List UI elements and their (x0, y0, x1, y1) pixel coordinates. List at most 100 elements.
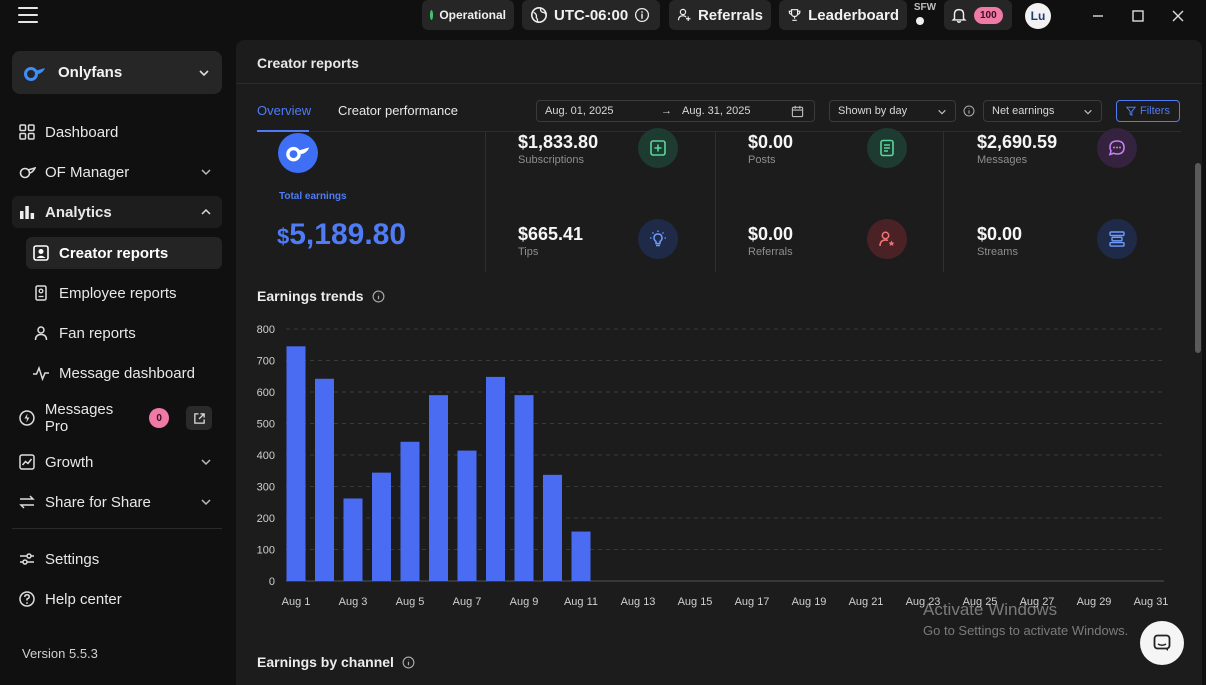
x-tick-label: Aug 17 (735, 596, 770, 608)
menu-icon[interactable] (18, 7, 38, 23)
sidebar-item-label: OF Manager (45, 163, 130, 181)
tab-overview[interactable]: Overview (257, 103, 311, 118)
page-title: Creator reports (257, 55, 359, 71)
metric-select[interactable]: Net earnings (983, 100, 1102, 122)
y-tick-label: 400 (257, 450, 275, 462)
user-icon (34, 326, 48, 341)
sidebar-item-growth[interactable]: Growth (12, 446, 222, 478)
shown-by-select[interactable]: Shown by day (829, 100, 956, 122)
activation-watermark-text: Go to Settings to activate Windows. (923, 623, 1129, 638)
x-tick-label: Aug 19 (792, 596, 827, 608)
bar (486, 376, 505, 581)
sidebar-item-analytics[interactable]: Analytics (12, 196, 222, 228)
minimize-icon[interactable] (1090, 8, 1106, 24)
bar (514, 395, 534, 581)
status-label: Operational (439, 8, 506, 22)
workspace-name: Onlyfans (58, 64, 123, 81)
tips-label: Tips (518, 246, 539, 258)
sidebar-item-share-for-share[interactable]: Share for Share (12, 486, 222, 518)
bar (571, 531, 591, 581)
sidebar-item-label: Settings (45, 550, 100, 568)
sfw-label: SFW (913, 2, 937, 13)
onlyfans-icon (19, 166, 36, 179)
id-card-icon (33, 245, 49, 261)
tab-creator-performance[interactable]: Creator performance (338, 103, 458, 118)
stats-divider (485, 132, 486, 272)
timezone-button[interactable]: UTC-06:00 (522, 0, 660, 30)
info-icon (635, 7, 650, 23)
chart-box-icon (19, 454, 35, 470)
badge-icon (35, 285, 47, 301)
sidebar-item-label: Help center (45, 590, 122, 608)
sidebar-item-fan-reports[interactable]: Fan reports (26, 317, 222, 349)
sidebar-item-of-manager[interactable]: OF Manager (12, 156, 222, 188)
bar (343, 498, 363, 581)
app-version: Version 5.5.3 (22, 646, 98, 661)
support-chat-button[interactable] (1140, 621, 1184, 665)
maximize-icon[interactable] (1130, 8, 1146, 24)
notifications-button[interactable]: 100 (944, 0, 1012, 30)
activity-icon (33, 365, 49, 382)
stats-divider (715, 132, 716, 272)
chat-bubble-icon (1097, 128, 1137, 168)
external-link-button[interactable] (186, 406, 212, 430)
status-dot-icon (430, 10, 434, 20)
sidebar-item-employee-reports[interactable]: Employee reports (26, 277, 222, 309)
sidebar-item-messages-pro[interactable]: Messages Pro 0 (12, 401, 222, 435)
scrollbar-thumb[interactable] (1195, 163, 1201, 353)
x-tick-label: Aug 31 (1134, 596, 1169, 608)
sidebar-item-settings[interactable]: Settings (12, 543, 222, 575)
help-icon (19, 591, 35, 607)
close-icon[interactable] (1170, 8, 1186, 24)
workspace-selector[interactable]: Onlyfans (12, 51, 222, 94)
status-indicator[interactable]: Operational (422, 0, 514, 30)
sidebar: Onlyfans Dashboard OF Manager Analytics … (0, 40, 234, 685)
earnings-trends-heading: Earnings trends (257, 288, 385, 304)
referrals-button[interactable]: Referrals (669, 0, 771, 30)
chevron-down-icon (938, 109, 946, 115)
x-tick-label: Aug 3 (339, 596, 368, 608)
grid-icon (19, 124, 35, 140)
bar (315, 378, 334, 581)
sidebar-item-dashboard[interactable]: Dashboard (12, 116, 222, 148)
sidebar-item-help-center[interactable]: Help center (12, 583, 222, 615)
bar (429, 395, 448, 581)
sidebar-item-creator-reports[interactable]: Creator reports (26, 237, 222, 269)
y-tick-label: 500 (257, 419, 275, 431)
info-icon[interactable] (372, 290, 385, 303)
sidebar-item-message-dashboard[interactable]: Message dashboard (26, 357, 222, 389)
streams-label: Streams (977, 246, 1018, 258)
chevron-down-icon (201, 459, 211, 466)
x-tick-label: Aug 13 (621, 596, 656, 608)
filters-button[interactable]: Filters (1116, 100, 1180, 122)
date-to: Aug. 31, 2025 (682, 105, 751, 117)
total-amount: 5,189.80 (289, 218, 407, 251)
chat-icon (1153, 634, 1171, 651)
trophy-icon (788, 9, 801, 21)
info-icon[interactable] (402, 656, 415, 669)
x-tick-label: Aug 15 (678, 596, 713, 608)
avatar[interactable]: Lu (1025, 3, 1051, 29)
tab-active-indicator (257, 130, 309, 132)
sidebar-item-label: Messages Pro (44, 401, 114, 435)
message-bolt-icon (19, 410, 35, 426)
date-range-picker[interactable]: Aug. 01, 2025 → Aug. 31, 2025 (536, 100, 815, 122)
leaderboard-button[interactable]: Leaderboard (779, 0, 907, 30)
date-from: Aug. 01, 2025 (545, 105, 614, 117)
sidebar-item-label: Creator reports (59, 244, 169, 262)
referrals-label: Referrals (748, 246, 793, 258)
earnings-by-channel-heading: Earnings by channel (257, 654, 415, 670)
plus-square-icon (638, 128, 678, 168)
stats-divider (943, 132, 944, 272)
bar (372, 472, 391, 581)
calendar-icon (791, 105, 804, 118)
sidebar-divider (12, 528, 222, 529)
user-star-icon (867, 219, 907, 259)
sfw-toggle[interactable] (916, 17, 924, 25)
activation-watermark-title: Activate Windows (923, 600, 1058, 619)
sidebar-item-label: Analytics (45, 203, 112, 221)
streams-value: $0.00 (977, 224, 1023, 244)
info-icon[interactable] (963, 105, 975, 117)
x-tick-label: Aug 5 (396, 596, 425, 608)
sidebar-item-label: Fan reports (59, 324, 136, 342)
